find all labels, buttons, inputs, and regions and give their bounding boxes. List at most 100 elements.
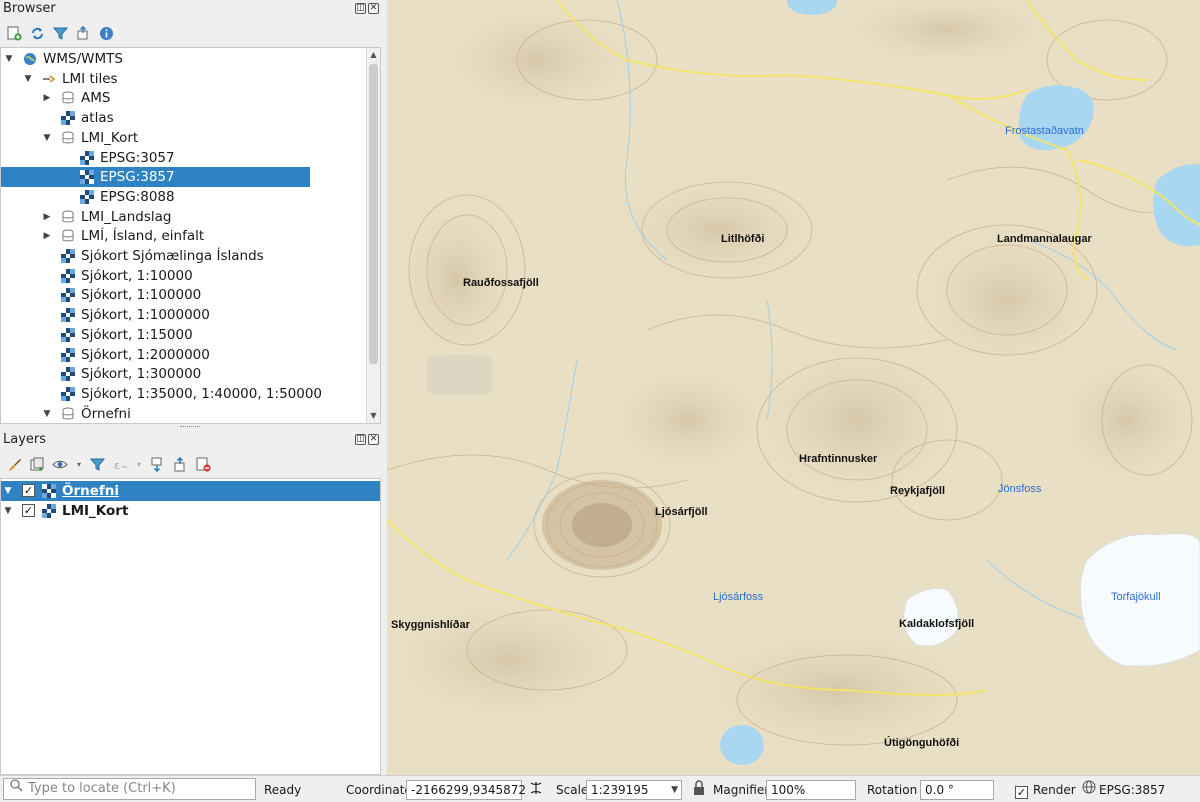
expand-arrow-down-icon[interactable]: ▼ bbox=[42, 128, 52, 148]
browser-tree-item[interactable]: EPSG:3057 bbox=[1, 148, 367, 168]
toggle-extents-icon[interactable] bbox=[528, 780, 544, 800]
layer-item[interactable]: ▼ ✓ Örnefni bbox=[1, 481, 380, 501]
collapse-all-layers-icon[interactable] bbox=[172, 456, 189, 473]
crs-globe-icon[interactable] bbox=[1082, 780, 1096, 800]
panel-splitter[interactable] bbox=[0, 425, 383, 430]
browser-tree-item[interactable]: ▼ Örnefni bbox=[1, 404, 367, 423]
raster-layer-icon bbox=[61, 386, 75, 401]
add-layer-icon[interactable] bbox=[6, 25, 23, 42]
browser-tree-item[interactable]: ▼ WMS/WMTS bbox=[1, 49, 367, 69]
magnifier-spinbox[interactable]: 100% bbox=[766, 780, 856, 800]
eye-dropdown-chevron-icon[interactable]: ▾ bbox=[75, 456, 83, 473]
locator-search-input[interactable]: Type to locate (Ctrl+K) bbox=[3, 778, 256, 800]
layer-visibility-checkbox[interactable]: ✓ bbox=[22, 484, 35, 497]
database-icon bbox=[61, 91, 75, 105]
expand-arrow-down-icon[interactable]: ▼ bbox=[23, 69, 33, 89]
browser-tree-item[interactable]: ▼ LMI tiles bbox=[1, 69, 367, 89]
browser-tree-item-label: EPSG:3857 bbox=[100, 169, 175, 186]
filter-icon[interactable] bbox=[52, 25, 69, 42]
browser-tree-item[interactable]: Sjókort, 1:10000 bbox=[1, 266, 367, 286]
layer-item[interactable]: ▼ ✓ LMI_Kort bbox=[1, 501, 380, 521]
raster-layer-icon bbox=[61, 111, 75, 126]
eye-icon[interactable] bbox=[52, 456, 69, 473]
browser-tree-item-label: Sjókort, 1:1000000 bbox=[81, 307, 210, 324]
browser-tree-item[interactable]: Sjókort, 1:2000000 bbox=[1, 345, 367, 365]
map-canvas[interactable]: Frostastaðavatn Litlhöfði Landmannalaugar R… bbox=[387, 0, 1200, 775]
expand-arrow-right-icon[interactable]: ▶ bbox=[42, 207, 52, 227]
chevron-down-icon[interactable]: ▼ bbox=[671, 781, 678, 799]
browser-tree-item[interactable]: ▼ LMI_Kort bbox=[1, 128, 367, 148]
browser-tree-item-label: EPSG:8088 bbox=[100, 188, 175, 205]
browser-tree-item[interactable]: ▶ AMS bbox=[1, 88, 367, 108]
browser-tree-item[interactable]: ▶ LMI_Landslag bbox=[1, 207, 367, 227]
scale-label: Scale bbox=[556, 783, 589, 797]
search-icon bbox=[10, 779, 23, 799]
scroll-down-arrow-icon[interactable]: ▼ bbox=[367, 409, 380, 423]
expand-arrow-right-icon[interactable]: ▶ bbox=[42, 226, 52, 246]
scale-combobox[interactable]: 1:239195 ▼ bbox=[586, 780, 682, 800]
expand-arrow-down-icon[interactable]: ▼ bbox=[3, 481, 13, 501]
place-label: Ljósárfjöll bbox=[655, 506, 708, 518]
place-label: Útigönguhöfði bbox=[884, 737, 960, 749]
browser-tree-item[interactable]: atlas bbox=[1, 108, 367, 128]
water-place-label: Frostastaðavatn bbox=[1005, 125, 1084, 137]
browser-tree-item-label: Sjókort, 1:15000 bbox=[81, 326, 193, 343]
expand-arrow-down-icon[interactable]: ▼ bbox=[3, 501, 13, 521]
browser-scrollbar[interactable]: ▲ ▼ bbox=[366, 48, 380, 423]
globe-icon bbox=[23, 52, 37, 66]
layer-item-label: LMI_Kort bbox=[62, 503, 129, 519]
style-brush-icon[interactable] bbox=[6, 456, 23, 473]
filter-dropdown-chevron-icon: ▾ bbox=[136, 459, 141, 469]
expand-arrow-right-icon[interactable]: ▶ bbox=[42, 88, 52, 108]
browser-tree-item[interactable]: EPSG:8088 bbox=[1, 187, 367, 207]
filter-expression-icon: ε bbox=[112, 456, 129, 473]
refresh-icon[interactable] bbox=[29, 25, 46, 42]
remove-layer-icon[interactable] bbox=[195, 456, 212, 473]
browser-tree-item-label: LMÍ, Ísland, einfalt bbox=[81, 228, 205, 245]
browser-tree-item[interactable]: Sjókort Sjómælinga Íslands bbox=[1, 246, 367, 266]
layer-visibility-checkbox[interactable]: ✓ bbox=[22, 504, 35, 517]
browser-tree-item[interactable]: EPSG:3857 bbox=[1, 167, 310, 188]
browser-tree[interactable]: ▼ WMS/WMTS ▼ LMI tiles ▶ AMS atlas ▼ LMI_Kort EPS… bbox=[0, 47, 381, 424]
expand-all-icon[interactable] bbox=[149, 456, 166, 473]
browser-tree-item[interactable]: Sjókort, 1:35000, 1:40000, 1:50000 bbox=[1, 384, 367, 404]
browser-tree-item-label: Sjókort, 1:10000 bbox=[81, 267, 193, 284]
place-label: Reykjafjöll bbox=[890, 485, 946, 497]
render-checkbox[interactable]: ✓ bbox=[1015, 780, 1028, 800]
browser-tree-item[interactable]: ▶ LMÍ, Ísland, einfalt bbox=[1, 226, 367, 246]
lock-icon[interactable] bbox=[692, 780, 706, 800]
collapse-all-icon[interactable] bbox=[75, 25, 92, 42]
filter-legend-icon[interactable] bbox=[89, 456, 106, 473]
float-panel-button[interactable]: ◫ bbox=[355, 3, 366, 14]
crs-button[interactable]: EPSG:3857 bbox=[1099, 780, 1165, 800]
browser-tree-item-label: atlas bbox=[81, 110, 114, 127]
water-place-label: Ljósárfoss bbox=[713, 591, 764, 603]
raster-layer-icon bbox=[61, 288, 75, 303]
scroll-up-arrow-icon[interactable]: ▲ bbox=[367, 48, 380, 62]
rotation-spinbox[interactable]: 0.0 ° bbox=[920, 780, 994, 800]
database-icon bbox=[61, 210, 75, 224]
close-panel-button[interactable]: ✕ bbox=[368, 3, 379, 14]
info-icon[interactable] bbox=[98, 25, 115, 42]
browser-tree-item[interactable]: Sjókort, 1:15000 bbox=[1, 325, 367, 345]
raster-layer-icon bbox=[42, 484, 56, 498]
coordinate-field[interactable]: -2166299,9345872 bbox=[406, 780, 526, 800]
close-panel-button[interactable]: ✕ bbox=[368, 434, 379, 445]
magnifier-label: Magnifier bbox=[713, 783, 770, 797]
rotation-label: Rotation bbox=[867, 783, 918, 797]
browser-tree-item[interactable]: Sjókort, 1:1000000 bbox=[1, 305, 367, 325]
place-label: Kaldaklofsfjöll bbox=[899, 618, 975, 630]
place-label: Litlhöfði bbox=[721, 233, 765, 245]
browser-toolbar bbox=[0, 21, 115, 45]
expand-arrow-down-icon[interactable]: ▼ bbox=[4, 49, 14, 69]
expand-arrow-down-icon[interactable]: ▼ bbox=[42, 404, 52, 423]
raster-layer-icon bbox=[80, 150, 94, 165]
browser-tree-item[interactable]: Sjókort, 1:300000 bbox=[1, 364, 367, 384]
place-label: Rauðfossafjöll bbox=[463, 277, 539, 289]
database-icon bbox=[61, 407, 75, 421]
layers-tree[interactable]: ▼ ✓ Örnefni ▼ ✓ LMI_Kort bbox=[0, 478, 381, 775]
float-panel-button[interactable]: ◫ bbox=[355, 434, 366, 445]
add-group-icon[interactable] bbox=[29, 456, 46, 473]
browser-tree-item[interactable]: Sjókort, 1:100000 bbox=[1, 285, 367, 305]
scrollbar-thumb[interactable] bbox=[369, 64, 378, 364]
